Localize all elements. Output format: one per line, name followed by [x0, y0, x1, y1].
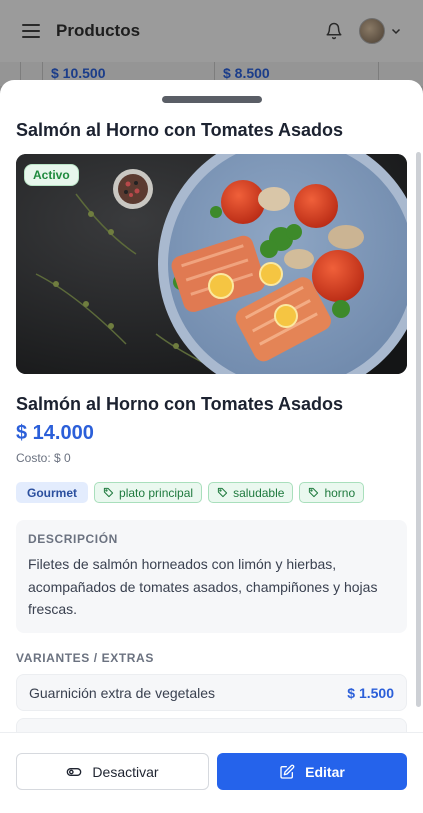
variant-name: Guarnición extra de vegetales	[29, 684, 215, 701]
drag-handle[interactable]	[162, 96, 262, 103]
tag-icon	[217, 487, 228, 498]
product-cost: Costo: $ 0	[16, 451, 71, 465]
product-price: $ 14.000	[16, 422, 94, 444]
tag-icon	[309, 487, 319, 498]
tag-list: Gourmet plato principal saludable horno	[16, 482, 365, 503]
sheet-title: Salmón al Horno con Tomates Asados	[16, 120, 344, 140]
product-detail-sheet: Salmón al Horno con Tomates Asados Activ…	[0, 80, 423, 813]
category-badge: Gourmet	[16, 482, 89, 503]
edit-icon	[280, 764, 295, 779]
variant-item: Guarnición extra de vegetales $ 1.500	[16, 674, 407, 711]
tag-icon	[103, 487, 114, 498]
app-header: Productos	[0, 0, 423, 62]
tag-item: saludable	[208, 482, 294, 503]
menu-icon[interactable]	[22, 24, 40, 38]
description-label: DESCRIPCIÓN	[28, 532, 118, 546]
product-name: Salmón al Horno con Tomates Asados	[16, 394, 344, 414]
edit-button[interactable]: Editar	[217, 753, 407, 790]
avatar	[359, 18, 385, 44]
salmon-dish-illustration	[16, 154, 407, 374]
eye-off-icon	[67, 767, 82, 776]
tag-label: plato principal	[119, 485, 194, 500]
variants-label: VARIANTES / EXTRAS	[16, 651, 154, 665]
variant-price: $ 1.500	[347, 684, 394, 701]
tag-label: saludable	[233, 485, 285, 500]
bell-icon[interactable]	[325, 22, 343, 40]
background-price: $ 10.500	[51, 65, 106, 81]
product-image: Activo	[16, 154, 407, 374]
tag-item: horno	[299, 482, 365, 503]
description-text: Filetes de salmón horneados con limón y …	[28, 556, 378, 617]
page-title: Productos	[56, 21, 141, 40]
header-actions	[325, 18, 401, 44]
deactivate-button[interactable]: Desactivar	[16, 753, 209, 790]
scrollbar[interactable]	[416, 152, 421, 707]
status-badge: Activo	[24, 164, 79, 186]
description-section: DESCRIPCIÓN Filetes de salmón horneados …	[16, 520, 407, 633]
tag-label: horno	[324, 485, 356, 500]
edit-label: Editar	[305, 763, 345, 780]
user-menu[interactable]	[359, 18, 401, 44]
deactivate-label: Desactivar	[92, 763, 159, 780]
background-price: $ 8.500	[223, 65, 270, 81]
chevron-down-icon	[391, 28, 401, 35]
tag-item: plato principal	[94, 482, 203, 503]
sheet-footer: Desactivar Editar	[0, 732, 423, 813]
